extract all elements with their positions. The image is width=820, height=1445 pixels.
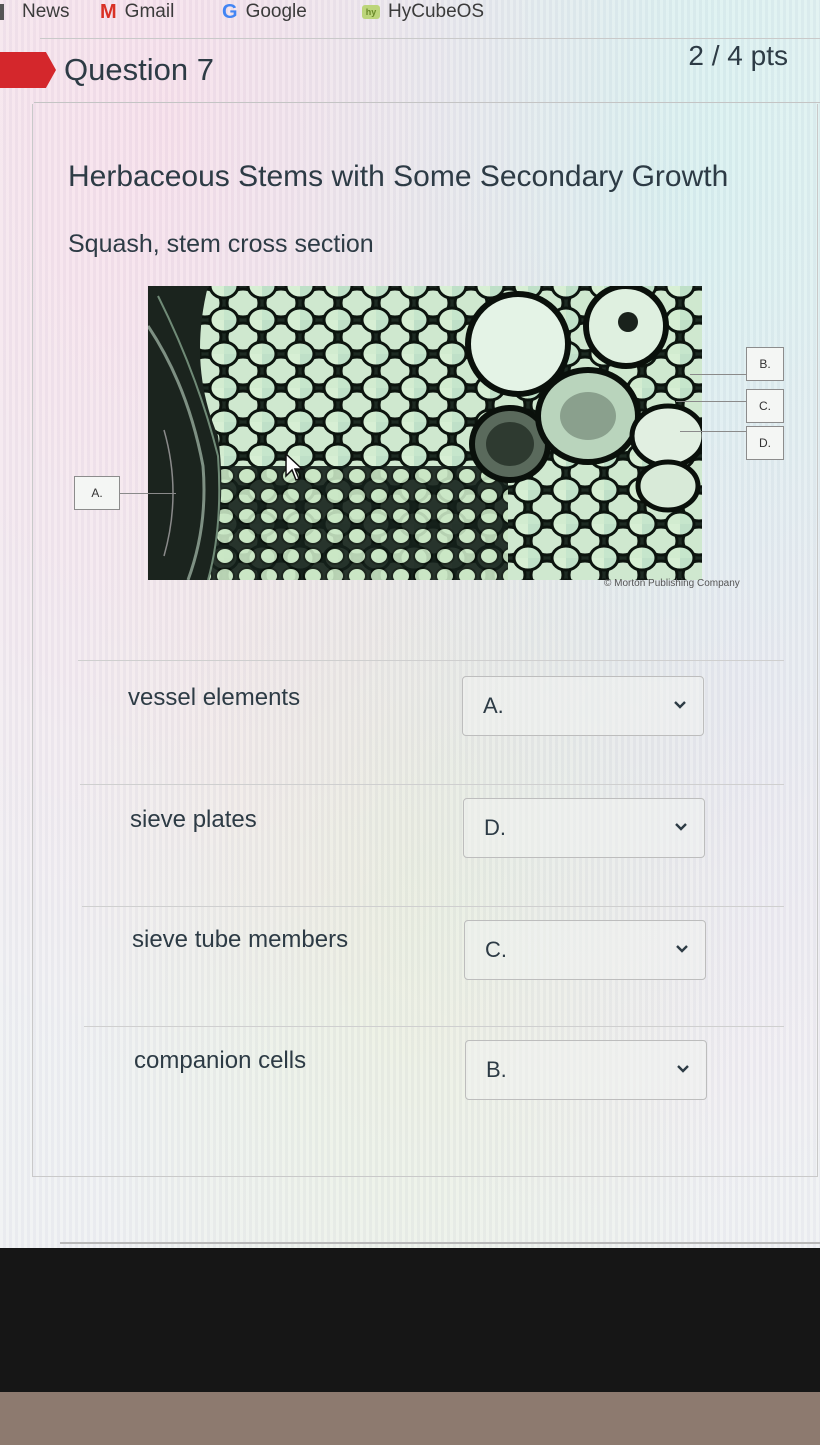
google-icon: G — [222, 0, 238, 23]
match-select[interactable]: B. — [465, 1040, 707, 1100]
desk-surface — [0, 1392, 820, 1445]
selected-value: B. — [486, 1057, 507, 1082]
bookmark-label: HyCubeOS — [388, 1, 485, 22]
bookmark-label: Gmail — [124, 1, 175, 22]
question-heading: Herbaceous Stems with Some Secondary Gro… — [68, 160, 729, 193]
bookmark-gmail[interactable]: M Gmail — [100, 0, 174, 24]
label-d: D. — [746, 426, 784, 460]
divider — [84, 1026, 784, 1027]
label-a: A. — [74, 476, 120, 510]
bookmark-hycubeos[interactable]: hy HyCubeOS — [362, 0, 484, 24]
mouse-cursor-icon — [285, 452, 304, 481]
micrograph-image — [148, 286, 702, 580]
divider — [34, 102, 820, 103]
hycube-icon: hy — [362, 5, 380, 19]
chevron-down-icon — [677, 1065, 689, 1073]
question-subheading: Squash, stem cross section — [68, 230, 374, 258]
match-term: sieve plates — [130, 806, 257, 833]
question-points: 2 / 4 pts — [688, 40, 788, 71]
divider — [60, 1242, 820, 1244]
question-title: Question 7 — [64, 52, 214, 87]
selected-value: C. — [485, 937, 507, 962]
match-term: companion cells — [134, 1047, 307, 1074]
bookmark-news[interactable]: News — [0, 0, 70, 24]
leader-line — [680, 431, 746, 432]
selected-value: D. — [484, 815, 506, 840]
leader-line — [690, 374, 746, 375]
leader-line — [676, 401, 746, 402]
bookmarks-bar: News M Gmail G Google hy HyCubeOS — [0, 0, 820, 26]
gmail-icon: M — [100, 0, 117, 23]
chevron-down-icon — [675, 823, 687, 831]
match-term: vessel elements — [128, 684, 301, 711]
selected-value: A. — [483, 693, 504, 718]
label-c: C. — [746, 389, 784, 423]
match-select[interactable]: A. — [462, 676, 704, 736]
match-term: sieve tube members — [132, 926, 349, 953]
chevron-down-icon — [676, 945, 688, 953]
image-credit: © Morton Publishing Company — [604, 578, 740, 589]
news-icon — [0, 4, 4, 20]
label-b: B. — [746, 347, 784, 381]
divider — [80, 784, 784, 785]
match-select[interactable]: C. — [464, 920, 706, 980]
question-flag-icon[interactable] — [0, 52, 56, 88]
bracket-icon — [163, 429, 174, 557]
divider — [40, 38, 820, 39]
chevron-down-icon — [674, 701, 686, 709]
match-select[interactable]: D. — [463, 798, 705, 858]
question-body — [32, 104, 818, 1177]
bookmark-google[interactable]: G Google — [222, 0, 307, 24]
divider — [78, 660, 784, 661]
divider — [82, 906, 784, 907]
monitor-bezel — [0, 1248, 820, 1392]
bookmark-label: Google — [245, 1, 307, 22]
bookmark-label: News — [22, 1, 70, 22]
